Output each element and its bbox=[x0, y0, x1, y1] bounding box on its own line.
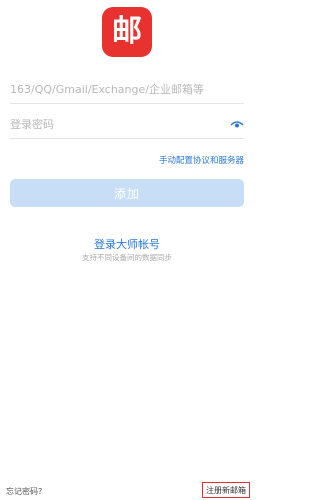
master-login-link[interactable]: 登录大师帐号 bbox=[0, 236, 254, 252]
app-logo: 邮 bbox=[102, 7, 152, 57]
add-button[interactable]: 添加 bbox=[10, 179, 244, 207]
logo-char: 邮 bbox=[112, 14, 142, 49]
login-screen: 邮 手动配置协议和服务器 添加 登录大师帐号 支持不同设备间的数据同步 忘记密码… bbox=[0, 0, 254, 500]
eye-icon[interactable] bbox=[230, 119, 244, 131]
password-field bbox=[10, 111, 244, 139]
account-input[interactable] bbox=[10, 83, 244, 96]
register-button[interactable]: 注册新邮箱 bbox=[202, 482, 250, 498]
master-subtitle: 支持不同设备间的数据同步 bbox=[82, 253, 172, 262]
forgot-password-link[interactable]: 忘记密码? bbox=[6, 486, 42, 497]
register-label: 注册新邮箱 bbox=[206, 485, 246, 495]
manual-config-link[interactable]: 手动配置协议和服务器 bbox=[159, 154, 244, 166]
account-field bbox=[10, 76, 244, 104]
password-input[interactable] bbox=[10, 118, 244, 131]
